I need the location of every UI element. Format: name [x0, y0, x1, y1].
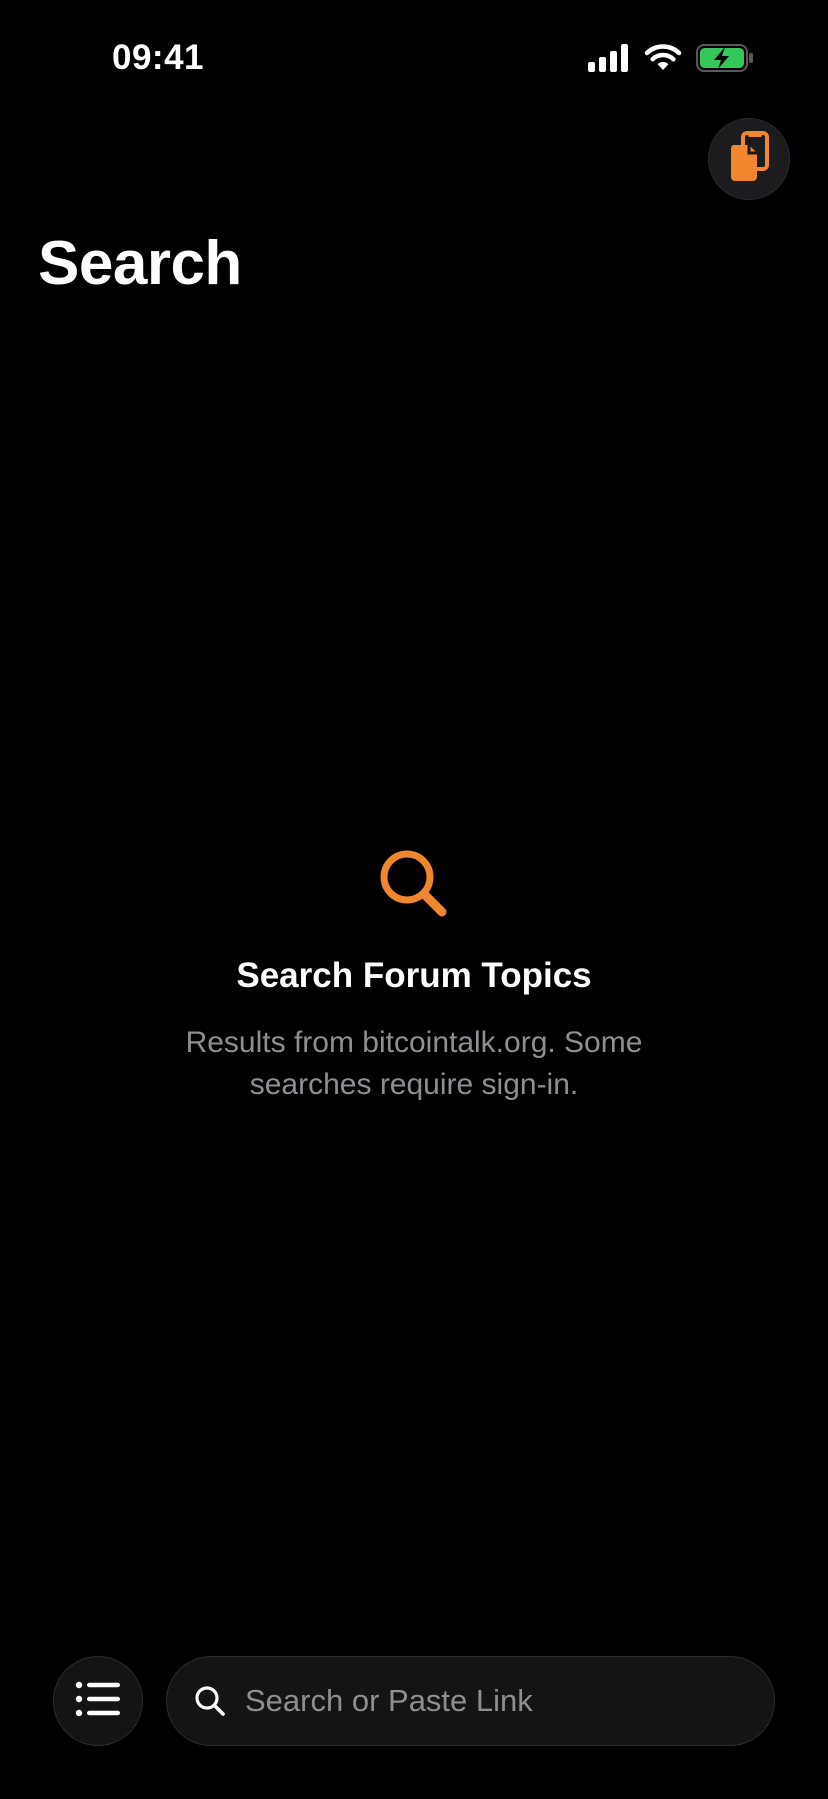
status-time: 09:41: [112, 38, 205, 77]
list-icon: [75, 1681, 121, 1722]
empty-state-title: Search Forum Topics: [236, 956, 592, 995]
search-input[interactable]: [245, 1671, 774, 1731]
cellular-signal-icon: [588, 44, 630, 72]
page-title: Search: [38, 229, 242, 298]
clipboard-paste-button[interactable]: [708, 118, 790, 200]
status-icons: [588, 44, 754, 72]
search-icon: [193, 1684, 227, 1718]
battery-charging-icon: [696, 44, 754, 72]
status-bar: 09:41: [0, 0, 828, 120]
magnifying-glass-icon: [0, 846, 828, 922]
clipboard-paste-icon: [727, 130, 771, 188]
wifi-icon: [644, 44, 682, 72]
menu-button[interactable]: [53, 1656, 143, 1746]
empty-state: Search Forum Topics Results from bitcoin…: [0, 846, 828, 1106]
search-bar[interactable]: [166, 1656, 775, 1746]
empty-state-subtitle: Results from bitcointalk.org. Some searc…: [185, 1026, 643, 1101]
